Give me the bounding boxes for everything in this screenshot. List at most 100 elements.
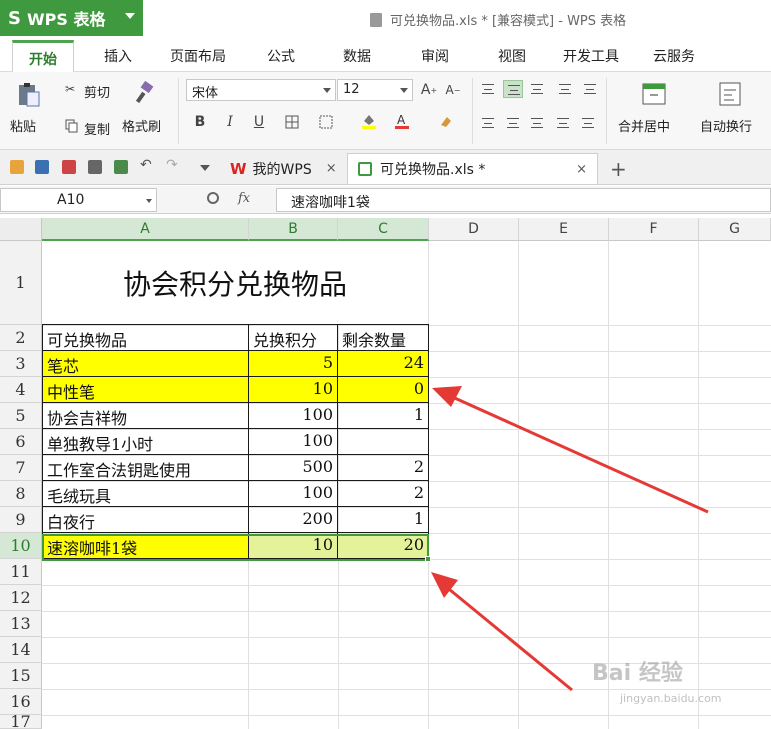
- decrease-font-icon[interactable]: A −: [444, 81, 462, 99]
- item-cell[interactable]: 笔芯: [42, 351, 249, 377]
- align-bottom-icon[interactable]: [527, 80, 547, 98]
- select-all-corner[interactable]: [0, 218, 42, 241]
- tab-formulas[interactable]: 公式: [267, 46, 295, 66]
- row-header[interactable]: 6: [0, 429, 42, 455]
- points-cell[interactable]: 100: [249, 481, 338, 507]
- quantity-cell[interactable]: 1: [338, 507, 429, 533]
- row-header[interactable]: 2: [0, 325, 42, 351]
- row-header[interactable]: 1: [0, 241, 42, 325]
- points-cell[interactable]: 500: [249, 455, 338, 481]
- increase-font-icon[interactable]: A +: [420, 81, 438, 99]
- tab-current-workbook[interactable]: 可兑换物品.xls * ×: [347, 153, 598, 184]
- borders-icon[interactable]: [284, 114, 300, 130]
- tab-data[interactable]: 数据: [343, 46, 371, 66]
- item-cell[interactable]: 工作室合法钥匙使用: [42, 455, 249, 481]
- points-cell[interactable]: 100: [249, 429, 338, 455]
- merge-center-button[interactable]: 合并居中: [618, 116, 670, 135]
- clear-format-icon[interactable]: [436, 112, 454, 130]
- row-header[interactable]: 7: [0, 455, 42, 481]
- row-header[interactable]: 9: [0, 507, 42, 533]
- cell-style-icon[interactable]: [318, 114, 334, 130]
- tab-cloud[interactable]: 云服务: [653, 46, 695, 66]
- redo-icon[interactable]: ↷: [166, 157, 180, 173]
- wrap-text-icon[interactable]: [716, 80, 744, 108]
- row-header[interactable]: 15: [0, 663, 42, 689]
- item-cell[interactable]: 毛绒玩具: [42, 481, 249, 507]
- wrap-text-button[interactable]: 自动换行: [700, 116, 752, 135]
- tab-page-layout[interactable]: 页面布局: [170, 46, 226, 66]
- column-header-b[interactable]: B: [249, 218, 338, 241]
- quantity-cell[interactable]: [338, 429, 429, 455]
- points-cell[interactable]: 10: [249, 533, 338, 559]
- item-cell[interactable]: 单独教导1小时: [42, 429, 249, 455]
- points-cell[interactable]: 10: [249, 377, 338, 403]
- distribute-icon[interactable]: [578, 114, 598, 132]
- align-top-icon[interactable]: [478, 80, 498, 98]
- fill-color-icon[interactable]: [360, 112, 378, 130]
- tab-developer[interactable]: 开发工具: [563, 46, 619, 66]
- column-header-f[interactable]: F: [609, 218, 699, 241]
- print-preview-icon[interactable]: [114, 160, 128, 174]
- merge-center-icon[interactable]: [640, 80, 668, 108]
- bold-button[interactable]: B: [192, 114, 208, 130]
- zoom-icon[interactable]: [207, 192, 219, 204]
- item-cell[interactable]: 中性笔: [42, 377, 249, 403]
- tab-review[interactable]: 审阅: [421, 46, 449, 66]
- row-header[interactable]: 11: [0, 559, 42, 585]
- underline-button[interactable]: U: [251, 114, 267, 130]
- print-icon[interactable]: [88, 160, 102, 174]
- fill-handle[interactable]: [425, 556, 431, 562]
- cut-button[interactable]: 剪切: [84, 82, 110, 101]
- points-cell[interactable]: 100: [249, 403, 338, 429]
- quantity-cell[interactable]: 20: [338, 533, 429, 559]
- tab-my-wps[interactable]: W 我的WPS ×: [220, 153, 347, 184]
- open-folder-icon[interactable]: [10, 160, 24, 174]
- chevron-down-icon[interactable]: [200, 165, 210, 171]
- align-center-icon[interactable]: [503, 114, 523, 132]
- close-icon[interactable]: ×: [576, 162, 587, 177]
- column-header-d[interactable]: D: [429, 218, 519, 241]
- paste-icon[interactable]: [14, 80, 44, 110]
- app-menu-button[interactable]: S WPS 表格: [0, 0, 143, 36]
- align-middle-icon[interactable]: [503, 80, 523, 98]
- name-box[interactable]: A10: [0, 188, 157, 212]
- indent-increase-icon[interactable]: [580, 80, 600, 98]
- format-painter-icon[interactable]: [132, 80, 158, 106]
- row-header[interactable]: 14: [0, 637, 42, 663]
- column-header-g[interactable]: G: [699, 218, 771, 241]
- undo-icon[interactable]: ↶: [140, 157, 154, 173]
- column-header-c[interactable]: C: [338, 218, 429, 241]
- close-icon[interactable]: ×: [326, 161, 337, 176]
- align-right-icon[interactable]: [527, 114, 547, 132]
- quantity-cell[interactable]: 24: [338, 351, 429, 377]
- item-cell[interactable]: 协会吉祥物: [42, 403, 249, 429]
- row-header[interactable]: 3: [0, 351, 42, 377]
- new-tab-button[interactable]: +: [600, 153, 637, 184]
- quantity-cell[interactable]: 2: [338, 481, 429, 507]
- item-cell[interactable]: 白夜行: [42, 507, 249, 533]
- tab-home[interactable]: 开始: [12, 40, 74, 73]
- row-header[interactable]: 10: [0, 533, 42, 559]
- fx-icon[interactable]: fx: [238, 191, 250, 206]
- row-header[interactable]: 4: [0, 377, 42, 403]
- scissors-icon[interactable]: ✂: [62, 81, 78, 97]
- column-header-e[interactable]: E: [519, 218, 609, 241]
- quantity-cell[interactable]: 0: [338, 377, 429, 403]
- format-painter-button[interactable]: 格式刷: [122, 116, 161, 135]
- copy-button[interactable]: 复制: [84, 119, 110, 138]
- item-cell[interactable]: 速溶咖啡1袋: [42, 533, 249, 559]
- justify-icon[interactable]: [553, 114, 573, 132]
- export-pdf-icon[interactable]: [62, 160, 76, 174]
- row-header[interactable]: 8: [0, 481, 42, 507]
- header-cell-points[interactable]: 兑换积分: [249, 325, 338, 351]
- paste-button[interactable]: 粘贴: [10, 116, 36, 135]
- column-header-a[interactable]: A: [42, 218, 249, 241]
- font-name-select[interactable]: 宋体: [186, 79, 336, 101]
- tab-insert[interactable]: 插入: [104, 46, 132, 66]
- formula-input[interactable]: 速溶咖啡1袋: [276, 188, 771, 212]
- row-header[interactable]: 13: [0, 611, 42, 637]
- quantity-cell[interactable]: 1: [338, 403, 429, 429]
- header-cell-item[interactable]: 可兑换物品: [42, 325, 249, 351]
- sheet-title-cell[interactable]: 协会积分兑换物品: [42, 241, 428, 325]
- row-header[interactable]: 5: [0, 403, 42, 429]
